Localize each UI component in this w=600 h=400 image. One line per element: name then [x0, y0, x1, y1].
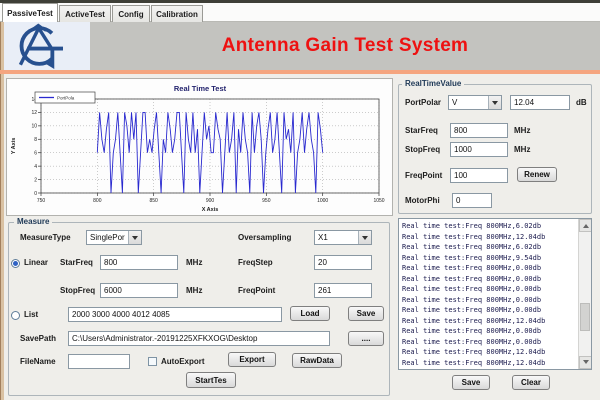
svg-text:10: 10: [31, 124, 37, 130]
tab-label: Calibration: [156, 10, 198, 19]
realtimevalue-group-label: RealTimeValue: [402, 79, 464, 88]
stopfreq-unit: MHz: [186, 286, 202, 295]
svg-text:2: 2: [34, 177, 37, 183]
svg-text:850: 850: [149, 198, 158, 204]
filename-label: FileName: [20, 357, 56, 366]
savepath-field[interactable]: C:\Users\Administrator.-20191225XFKXOG\D…: [68, 331, 330, 346]
motorphi-field[interactable]: 0: [452, 193, 492, 208]
app-title: Antenna Gain Test System: [222, 35, 469, 57]
rt-stopfreq-field[interactable]: 1000: [450, 142, 508, 157]
realtime-chart-panel: 0246810121475080085090095010001050Real T…: [6, 78, 393, 216]
starfreq-field[interactable]: 800: [100, 255, 178, 270]
svg-text:0: 0: [34, 191, 37, 197]
scrollbar-thumb[interactable]: [580, 303, 590, 331]
list-label: List: [24, 310, 38, 319]
export-button[interactable]: Export: [228, 352, 276, 367]
rt-starfreq-unit: MHz: [514, 126, 530, 135]
starttest-button[interactable]: StartTes: [186, 372, 236, 388]
renew-button[interactable]: Renew: [517, 167, 557, 182]
measuretype-value: SinglePor: [90, 233, 125, 242]
svg-text:900: 900: [206, 198, 215, 204]
rawdata-button[interactable]: RawData: [292, 353, 342, 368]
svg-text:PortPola: PortPola: [57, 96, 75, 101]
portpolar-label: PortPolar: [405, 98, 441, 107]
rt-stopfreq-label: StopFreq: [405, 145, 440, 154]
window-left-edge: [0, 22, 4, 400]
tab-config[interactable]: Config: [112, 5, 150, 22]
gain-value-field[interactable]: 12.04: [510, 95, 570, 110]
log-clear-button[interactable]: Clear: [512, 375, 550, 390]
motorphi-label: MotorPhi: [405, 196, 440, 205]
measure-group-label: Measure: [14, 217, 52, 226]
stopfreq-label: StopFreq: [60, 286, 95, 295]
rt-freqpoint-label: FreqPoint: [405, 171, 442, 180]
freqpoint-label: FreqPoint: [238, 286, 275, 295]
portpolar-select[interactable]: V: [448, 95, 502, 110]
stopfreq-field[interactable]: 6000: [100, 283, 178, 298]
starfreq-label: StarFreq: [60, 258, 93, 267]
chevron-down-icon[interactable]: [128, 231, 141, 244]
header-accent-line: [0, 70, 600, 74]
tab-bar: PassiveTest ActiveTest Config Calibratio…: [0, 3, 600, 22]
portpolar-value: V: [452, 98, 457, 107]
app-logo: [4, 22, 90, 70]
svg-text:6: 6: [34, 151, 37, 157]
list-field[interactable]: 2000 3000 4000 4012 4085: [68, 307, 282, 322]
filename-field[interactable]: [68, 354, 130, 369]
starfreq-unit: MHz: [186, 258, 202, 267]
scroll-down-icon[interactable]: [579, 356, 592, 369]
log-save-button[interactable]: Save: [452, 375, 490, 390]
freqpoint-field[interactable]: 261: [314, 283, 372, 298]
svg-text:750: 750: [37, 198, 46, 204]
linear-label: Linear: [24, 258, 48, 267]
list-save-button[interactable]: Save: [348, 306, 384, 321]
chevron-down-icon[interactable]: [488, 96, 501, 109]
log-lines: Real time test:Freq 800MHz,6.02dbReal ti…: [402, 221, 575, 367]
oversampling-select[interactable]: X1: [314, 230, 372, 245]
tab-passivetest[interactable]: PassiveTest: [2, 3, 58, 22]
rt-stopfreq-unit: MHz: [514, 145, 530, 154]
tab-calibration[interactable]: Calibration: [151, 5, 203, 22]
load-button[interactable]: Load: [290, 306, 330, 321]
svg-text:1050: 1050: [373, 198, 384, 204]
oversampling-value: X1: [318, 233, 328, 242]
tab-label: PassiveTest: [7, 9, 53, 18]
svg-text:X Axis: X Axis: [202, 207, 219, 213]
svg-text:8: 8: [34, 137, 37, 143]
measuretype-label: MeasureType: [20, 233, 71, 242]
list-radio[interactable]: [11, 311, 20, 320]
rt-starfreq-label: StarFreq: [405, 126, 438, 135]
log-output[interactable]: Real time test:Freq 800MHz,6.02dbReal ti…: [398, 218, 592, 370]
svg-text:950: 950: [262, 198, 271, 204]
rt-starfreq-field[interactable]: 800: [450, 123, 508, 138]
realtime-chart: 0246810121475080085090095010001050Real T…: [7, 79, 392, 215]
svg-text:4: 4: [34, 164, 37, 170]
tab-activetest[interactable]: ActiveTest: [59, 5, 111, 22]
gain-unit-label: dB: [576, 98, 587, 107]
linear-radio[interactable]: [11, 259, 20, 268]
freqstep-label: FreqStep: [238, 258, 273, 267]
svg-text:1000: 1000: [317, 198, 328, 204]
log-scrollbar[interactable]: [578, 219, 591, 369]
svg-text:12: 12: [31, 110, 37, 116]
scroll-up-icon[interactable]: [579, 219, 592, 232]
chevron-down-icon[interactable]: [358, 231, 371, 244]
freqstep-field[interactable]: 20: [314, 255, 372, 270]
autoexport-label: AutoExport: [161, 357, 205, 366]
agt-logo-icon: [8, 23, 72, 69]
svg-text:800: 800: [93, 198, 102, 204]
app-window: PassiveTest ActiveTest Config Calibratio…: [0, 0, 600, 400]
tab-label: ActiveTest: [65, 10, 105, 19]
rt-freqpoint-field[interactable]: 100: [450, 168, 508, 183]
oversampling-label: Oversampling: [238, 233, 291, 242]
measuretype-select[interactable]: SinglePor: [86, 230, 142, 245]
savepath-label: SavePath: [20, 334, 56, 343]
header-banner: Antenna Gain Test System: [90, 22, 600, 70]
svg-text:Real Time Test: Real Time Test: [174, 84, 227, 93]
tab-label: Config: [118, 10, 143, 19]
browse-button[interactable]: ....: [348, 331, 384, 346]
autoexport-checkbox[interactable]: [148, 357, 157, 366]
svg-text:Y Axis: Y Axis: [11, 138, 17, 155]
